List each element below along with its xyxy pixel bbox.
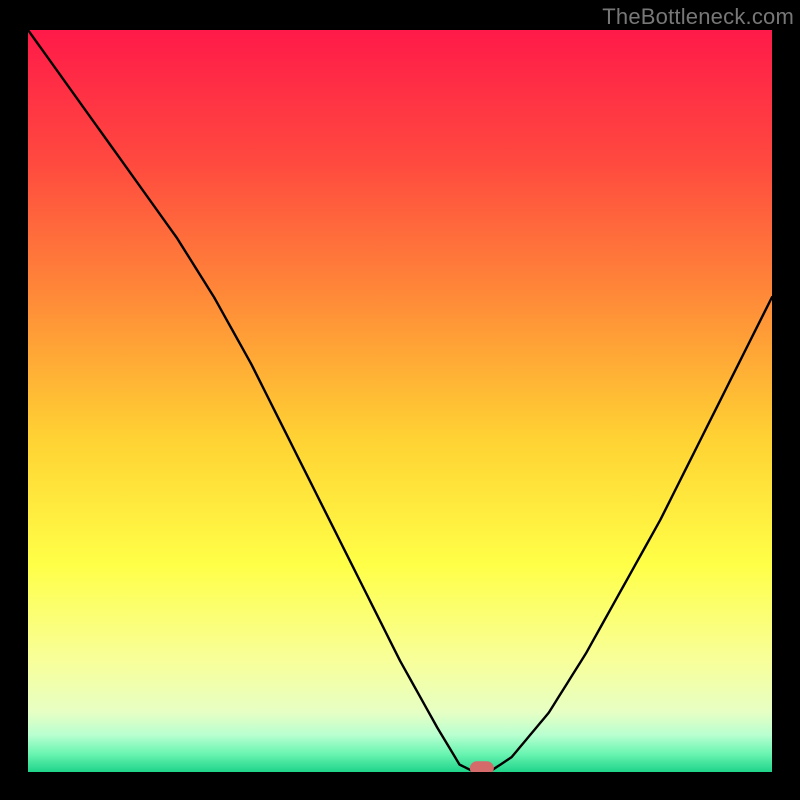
optimal-marker [470, 761, 494, 772]
plot-area [28, 30, 772, 772]
chart-frame: TheBottleneck.com [0, 0, 800, 800]
attribution-label: TheBottleneck.com [602, 4, 794, 30]
chart-svg [28, 30, 772, 772]
